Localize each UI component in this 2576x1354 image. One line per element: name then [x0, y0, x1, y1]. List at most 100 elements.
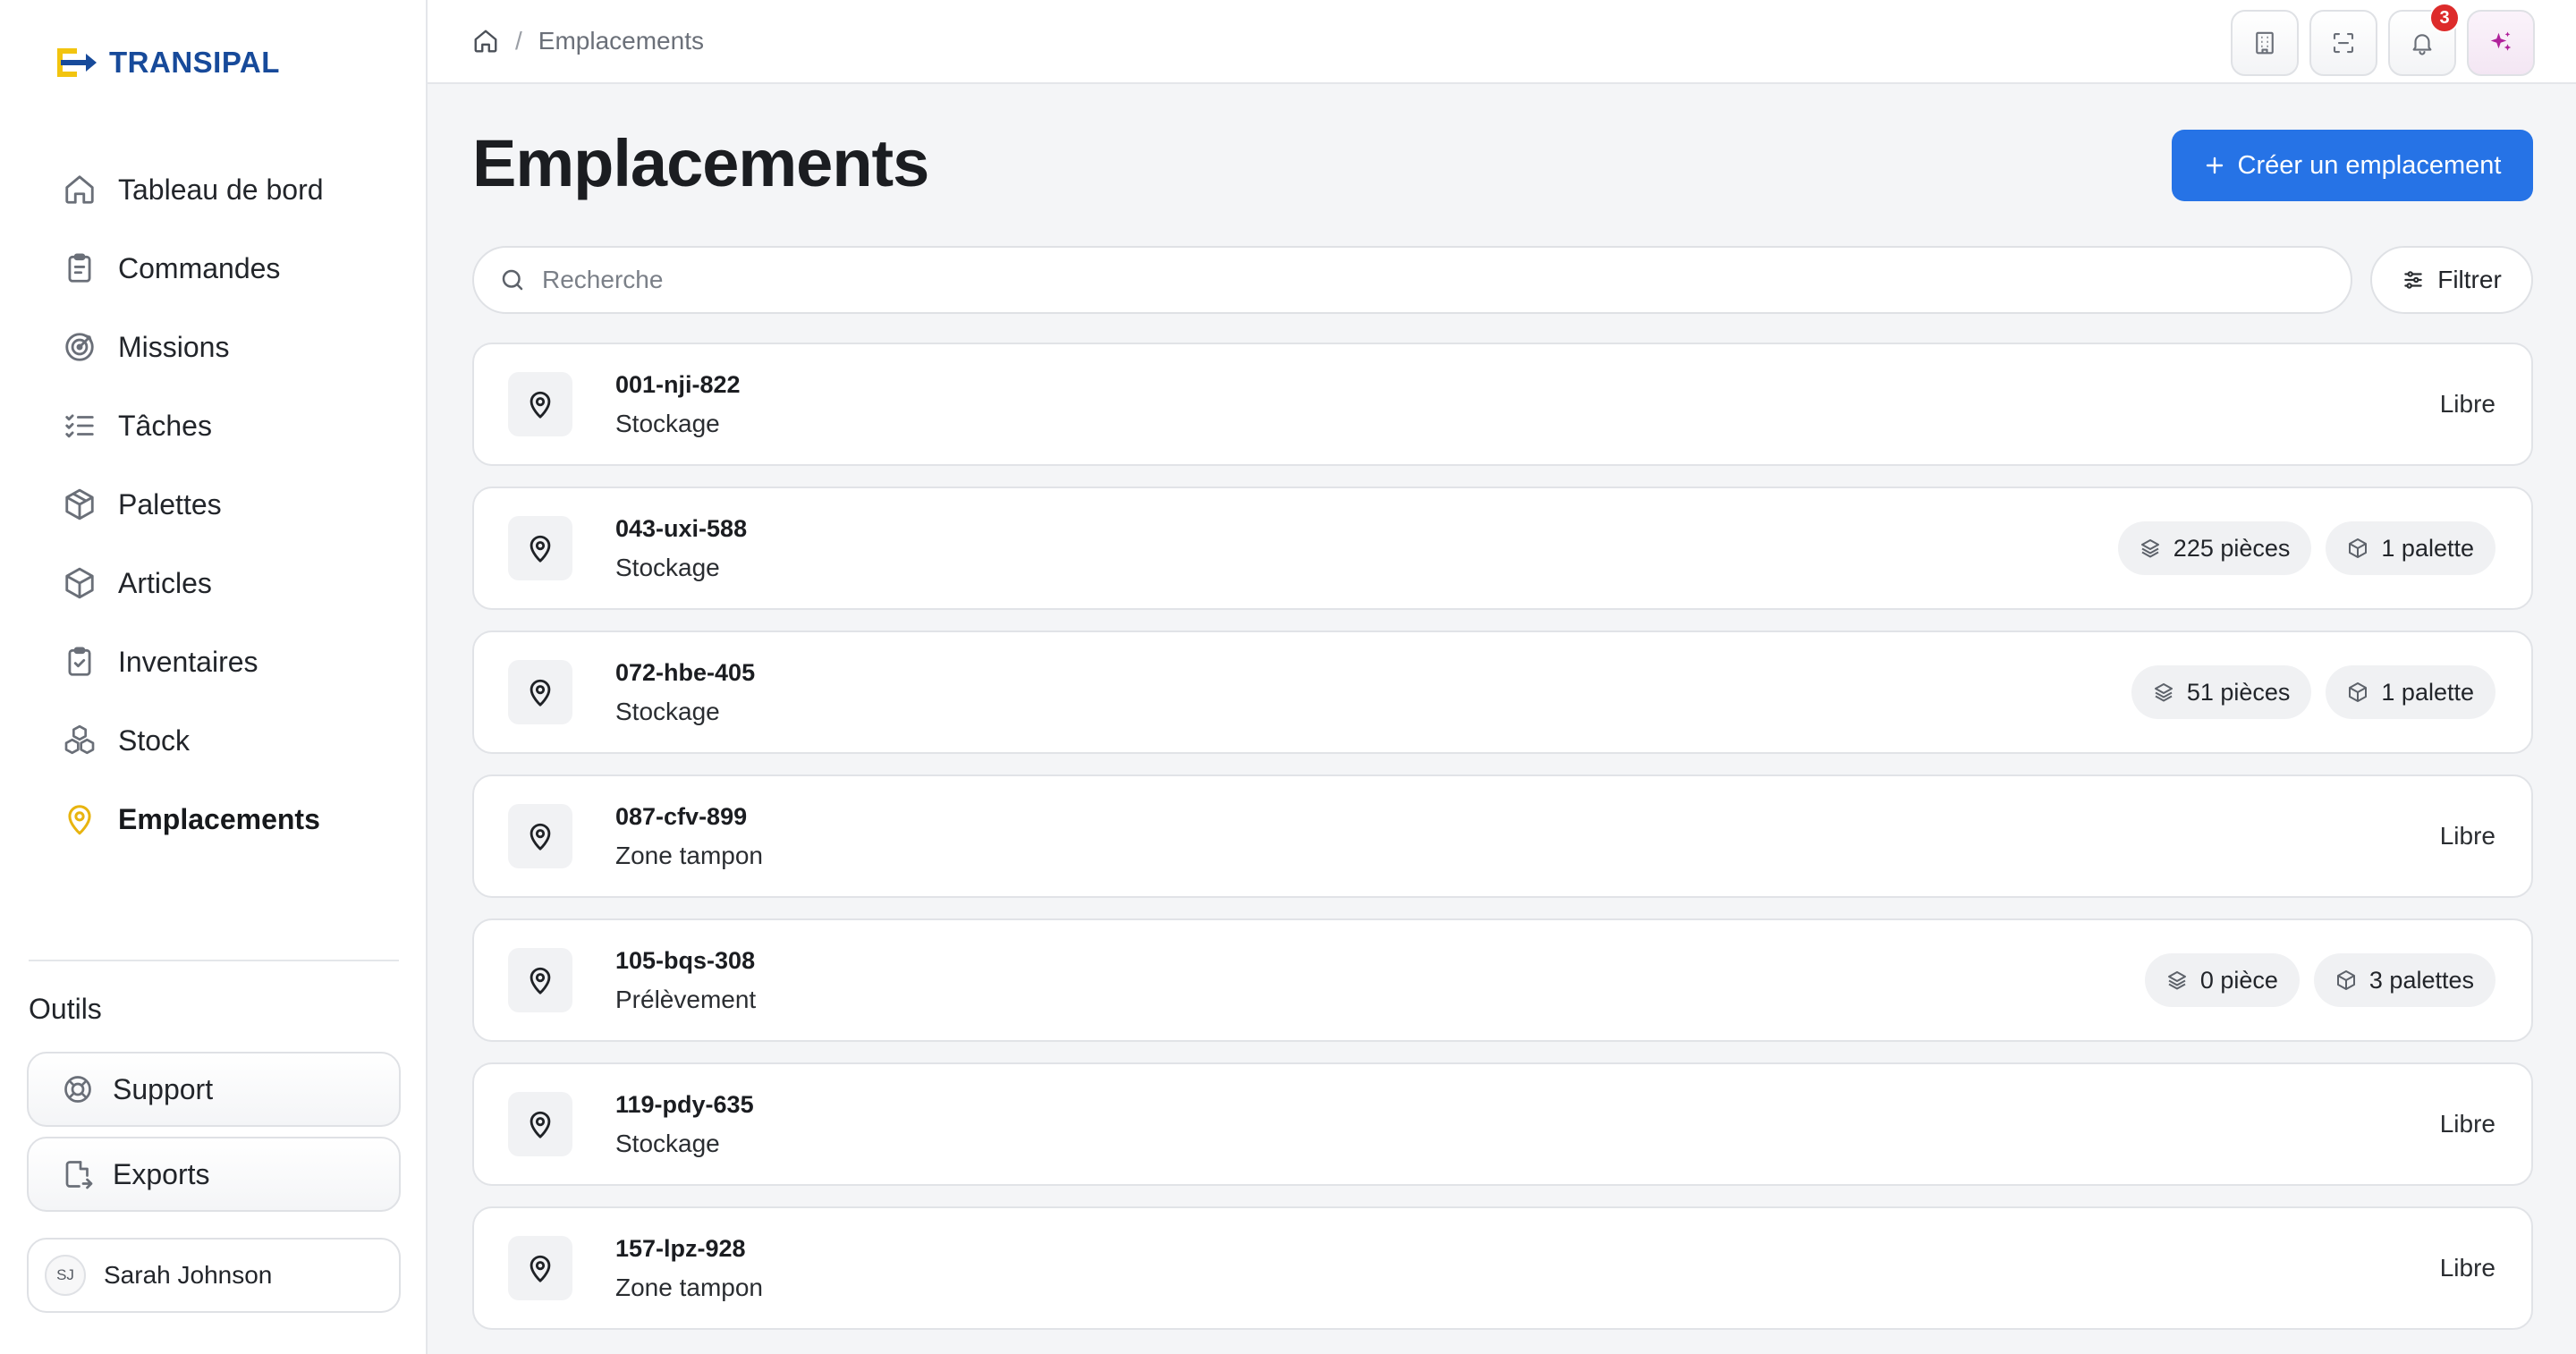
sidebar-item-label: Tâches [118, 409, 212, 442]
location-type: Zone tampon [615, 1273, 763, 1301]
location-type: Prélèvement [615, 985, 757, 1013]
sidebar-item-emplacements[interactable]: Emplacements [29, 780, 399, 859]
location-row[interactable]: 105-bqs-308 Prélèvement 0 pièce 3 palettes [472, 918, 2533, 1042]
home-icon[interactable] [472, 28, 499, 55]
top-bar: / Emplacements 3 [428, 0, 2576, 84]
checklist-icon [61, 407, 98, 444]
sidebar-item-inventaires[interactable]: Inventaires [29, 622, 399, 701]
scan-button[interactable] [2309, 10, 2377, 76]
sidebar-item-commandes[interactable]: Commandes [29, 229, 399, 308]
pallets-count: 1 palette [2381, 534, 2474, 562]
location-type: Stockage [615, 409, 720, 437]
sidebar-item-label: Missions [118, 330, 230, 363]
location-code: 001-nji-822 [615, 370, 741, 398]
brand-name: TRANSIPAL [109, 46, 280, 79]
plus-icon [2204, 155, 2225, 176]
map-pin-icon [508, 516, 572, 580]
organization-button[interactable] [2231, 10, 2299, 76]
location-summary: Libre [2440, 390, 2496, 419]
clipboard-icon [61, 250, 98, 287]
tools-section-title: Outils [29, 993, 102, 1025]
user-menu[interactable]: SJ Sarah Johnson [27, 1238, 401, 1313]
sidebar-item-missions[interactable]: Missions [29, 308, 399, 386]
location-info: 072-hbe-405 Stockage [615, 659, 2131, 726]
breadcrumb: / Emplacements [472, 27, 704, 55]
location-type: Stockage [615, 697, 720, 725]
layers-icon [2166, 969, 2188, 991]
pallets-count: 1 palette [2381, 678, 2474, 706]
location-status: Libre [2439, 1254, 2496, 1282]
notifications-button[interactable]: 3 [2388, 3, 2460, 76]
brand-logo[interactable]: TRANSIPAL [55, 45, 280, 80]
location-code: 087-cfv-899 [615, 802, 748, 830]
location-info: 043-uxi-588 Stockage [615, 515, 2118, 582]
user-name: Sarah Johnson [104, 1261, 273, 1289]
map-pin-icon [508, 1236, 572, 1300]
ai-assistant-button[interactable] [2467, 10, 2535, 76]
support-button[interactable]: Support [27, 1052, 401, 1127]
location-row[interactable]: 072-hbe-405 Stockage 51 pièces 1 palette [472, 630, 2533, 754]
exports-button[interactable]: Exports [27, 1137, 401, 1212]
target-icon [61, 328, 98, 366]
sliders-icon [2402, 268, 2425, 292]
pallets-chip: 1 palette [2326, 665, 2496, 719]
package-icon [2335, 969, 2357, 991]
sidebar-item-tableau-de-bord[interactable]: Tableau de bord [29, 150, 399, 229]
pieces-count: 225 pièces [2173, 534, 2291, 562]
location-info: 105-bqs-308 Prélèvement [615, 947, 2145, 1014]
pallets-chip: 1 palette [2326, 521, 2496, 575]
sidebar-item-stock[interactable]: Stock [29, 701, 399, 780]
top-bar-actions: 3 [2231, 3, 2535, 76]
location-info: 087-cfv-899 Zone tampon [615, 803, 2440, 870]
location-status: Libre [2439, 1110, 2496, 1138]
package-icon [2347, 537, 2368, 559]
bell-icon [2409, 30, 2436, 56]
breadcrumb-current: Emplacements [538, 27, 704, 55]
create-location-button[interactable]: Créer un emplacement [2172, 130, 2533, 201]
location-row[interactable]: 119-pdy-635 Stockage Libre [472, 1062, 2533, 1186]
location-type: Stockage [615, 553, 720, 581]
pieces-count: 51 pièces [2186, 678, 2291, 706]
support-label: Support [113, 1072, 214, 1105]
location-summary: 225 pièces 1 palette [2117, 521, 2496, 575]
location-info: 119-pdy-635 Stockage [615, 1091, 2440, 1158]
location-row[interactable]: 001-nji-822 Stockage Libre [472, 343, 2533, 466]
filter-button[interactable]: Filtrer [2370, 246, 2533, 314]
sidebar: TRANSIPAL Tableau de bord Commandes Miss… [0, 0, 428, 1354]
search-icon [499, 267, 526, 293]
page-title: Emplacements [472, 126, 929, 200]
search-bar [472, 246, 2352, 314]
location-summary: Libre [2440, 1110, 2496, 1138]
map-pin-icon [508, 948, 572, 1012]
sidebar-nav: Tableau de bord Commandes Missions Tâche… [29, 150, 399, 859]
avatar: SJ [45, 1255, 86, 1296]
location-row[interactable]: 043-uxi-588 Stockage 225 pièces 1 palette [472, 487, 2533, 610]
location-summary: 0 pièce 3 palettes [2144, 953, 2496, 1007]
filter-label: Filtrer [2437, 266, 2502, 293]
sidebar-item-label: Inventaires [118, 645, 258, 678]
layers-icon [2153, 681, 2174, 703]
sidebar-item-label: Emplacements [118, 802, 320, 835]
exports-label: Exports [113, 1157, 210, 1190]
search-input[interactable] [542, 266, 2351, 294]
location-type: Stockage [615, 1129, 720, 1157]
map-pin-icon [508, 804, 572, 868]
location-row[interactable]: 157-lpz-928 Zone tampon Libre [472, 1206, 2533, 1330]
pieces-chip: 225 pièces [2117, 521, 2312, 575]
sidebar-item-label: Stock [118, 724, 191, 757]
sidebar-item-label: Palettes [118, 487, 222, 520]
sparkles-icon [2487, 30, 2514, 56]
package-icon [61, 486, 98, 523]
home-icon [61, 171, 98, 208]
box-icon [61, 564, 98, 602]
sidebar-item-taches[interactable]: Tâches [29, 386, 399, 465]
location-row[interactable]: 087-cfv-899 Zone tampon Libre [472, 774, 2533, 898]
sidebar-item-label: Tableau de bord [118, 173, 324, 206]
sidebar-item-label: Commandes [118, 251, 281, 284]
boxes-icon [61, 722, 98, 759]
sidebar-item-articles[interactable]: Articles [29, 544, 399, 622]
map-pin-icon [508, 372, 572, 436]
sidebar-item-palettes[interactable]: Palettes [29, 465, 399, 544]
location-status: Libre [2439, 390, 2496, 418]
map-pin-icon [61, 800, 98, 838]
